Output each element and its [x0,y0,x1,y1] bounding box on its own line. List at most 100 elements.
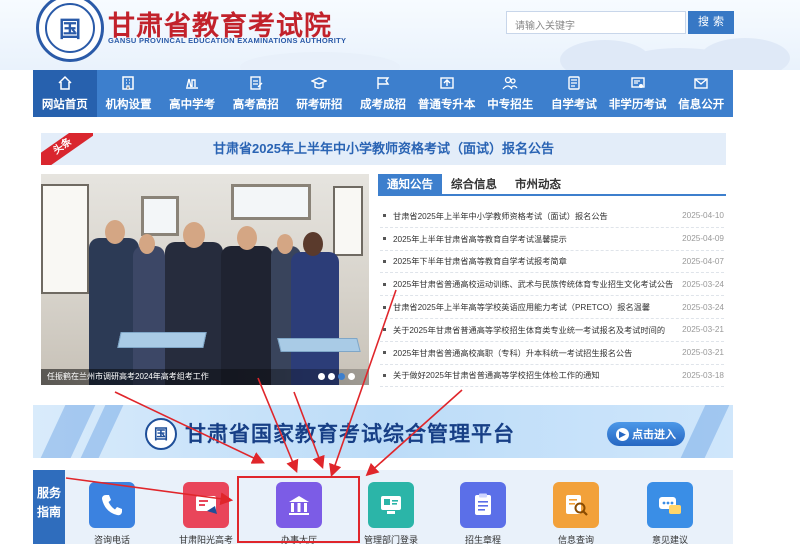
person-head [277,234,293,254]
carousel-dot[interactable] [318,373,325,380]
nav-item[interactable]: 研考研招 [288,70,352,117]
person [165,242,223,385]
nav-item[interactable]: 非学历考试 [606,70,670,117]
exam-desk [277,338,361,352]
news-title[interactable]: 关于2025年甘肃省普通高等学校招生体育类专业统一考试报名及考试时间的 [393,324,682,336]
flag-icon [375,75,391,91]
search-button[interactable]: 搜索 [688,11,734,34]
pen-paper-icon [248,75,264,91]
service-item[interactable]: 甘肃阳光高考 [166,482,246,544]
banner-emblem-icon: 国 [145,418,177,450]
news-tab[interactable]: 市州动态 [506,174,570,194]
nav-item[interactable]: 机构设置 [97,70,161,117]
news-date: 2025-03-24 [682,279,724,289]
list-item[interactable]: 甘肃省2025年上半年高等学校英语应用能力考试（PRETCO）报名温馨 2025-… [380,296,724,319]
services-label-line: 指南 [36,505,61,519]
news-title[interactable]: 2025年下半年甘肃省高等教育自学考试报考简章 [393,255,682,267]
news-tab[interactable]: 综合信息 [442,174,506,194]
nav-item[interactable]: 信息公开 [669,70,733,117]
window [141,196,179,236]
carousel-dot[interactable] [338,373,345,380]
clipboard-icon[interactable] [460,482,506,528]
service-label: 信息查询 [557,535,594,544]
banner-title: 甘肃省国家教育考试综合管理平台 [185,423,515,446]
admin-login-icon[interactable] [368,482,414,528]
list-item[interactable]: 关于2025年甘肃省普通高等学校招生体育类专业统一考试报名及考试时间的 2025-… [380,319,724,342]
bullet-icon [383,214,386,218]
news-date: 2025-03-21 [682,325,724,335]
person-head [237,226,257,250]
carousel-dot[interactable] [348,373,355,380]
news-title[interactable]: 甘肃省2025年上半年高等学校英语应用能力考试（PRETCO）报名温馨 [393,301,682,313]
upgrade-icon [439,75,455,91]
wall-board [333,186,363,256]
main-nav: 网站首页 机构设置 高中学考 高考高招 研考研招 成考成招 普通专升本 中专招生 自学考试 非学历… [33,70,733,117]
person-head [303,232,323,256]
list-item[interactable]: 2025年甘肃省普通高校运动训练、武术与民族传统体育专业招生文化考试公告 2025… [380,273,724,297]
services-label-line: 服务 [36,486,61,500]
wall-board [41,184,89,294]
enter-button[interactable]: ▶ 点击进入 [607,422,685,446]
platform-banner[interactable]: 国 甘肃省国家教育考试综合管理平台 ▶ 点击进入 [33,405,733,458]
news-title[interactable]: 2025年甘肃省普通高校运动训练、武术与民族传统体育专业招生文化考试公告 [393,278,682,290]
list-item[interactable]: 2025年甘肃省普通高校高职（专科）升本科统一考试招生报名公告 2025-03-2… [380,342,724,365]
nav-item[interactable]: 自学考试 [542,70,606,117]
bullet-icon [383,259,386,263]
service-label: 管理部门登录 [363,535,418,544]
bullet-icon [383,351,386,355]
news-list: 甘肃省2025年上半年中小学教师资格考试（面试）报名公告 2025-04-10 20… [380,205,724,388]
person [291,252,339,385]
service-item[interactable]: 咨询电话 [72,482,152,544]
carousel-dot[interactable] [328,373,335,380]
certificate-icon [630,75,646,91]
nav-item[interactable]: 高中学考 [160,70,224,117]
nav-item[interactable]: 高考高招 [224,70,288,117]
nav-item[interactable]: 普通专升本 [415,70,479,117]
chat-icon[interactable] [647,482,693,528]
nav-item[interactable]: 中专招生 [478,70,542,117]
service-item[interactable]: 招生章程 [443,482,523,544]
nav-item-label: 成考成招 [360,99,407,111]
nav-item[interactable]: 网站首页 [33,70,97,117]
news-title[interactable]: 甘肃省2025年上半年中小学教师资格考试（面试）报名公告 [393,210,682,222]
news-tab[interactable]: 通知公告 [378,174,442,194]
service-item[interactable]: 管理部门登录 [351,482,431,544]
search-input[interactable]: 请输入关键字 [506,11,686,34]
list-item[interactable]: 2025年上半年甘肃省高等教育自学考试温馨提示 2025-04-09 [380,228,724,251]
nav-item-label: 网站首页 [41,99,88,111]
nav-item-label: 自学考试 [550,99,597,111]
bullet-icon [383,373,386,377]
nav-item-label: 机构设置 [105,99,152,111]
banner-decoration [680,405,730,458]
book-icon [566,75,582,91]
nav-item-label: 中专招生 [487,99,534,111]
news-photo[interactable] [41,174,369,385]
headline-link[interactable]: 甘肃省2025年上半年中小学教师资格考试（面试）报名公告 [41,133,726,165]
list-item[interactable]: 甘肃省2025年上半年中小学教师资格考试（面试）报名公告 2025-04-10 [380,205,724,228]
nav-item-label: 高考高招 [232,99,279,111]
news-title[interactable]: 2025年上半年甘肃省高等教育自学考试温馨提示 [393,233,682,245]
service-item[interactable]: 信息查询 [536,482,616,544]
news-tabs: 通知公告 综合信息 市州动态 [378,174,726,196]
search-doc-icon[interactable] [553,482,599,528]
bullet-icon [383,237,386,241]
news-title[interactable]: 关于做好2025年甘肃省普通高等学校招生体检工作的通知 [393,369,682,381]
service-item[interactable]: 意见建议 [630,482,710,544]
list-item[interactable]: 2025年下半年甘肃省高等教育自学考试报考简章 2025-04-07 [380,251,724,274]
list-item[interactable]: 关于做好2025年甘肃省普通高等学校招生体检工作的通知 2025-03-18 [380,365,724,388]
cloud-decoration [240,52,400,70]
phone-icon[interactable] [89,482,135,528]
person-head [139,234,155,254]
window [231,184,311,220]
sunshine-exam-icon[interactable] [183,482,229,528]
building-icon [120,75,136,91]
news-date: 2025-03-18 [682,370,724,380]
person [221,246,273,385]
home-icon [57,75,73,91]
site-subtitle: GANSU PROVINCAL EDUCATION EXAMINATIONS A… [108,36,347,45]
news-date: 2025-03-24 [682,302,724,312]
news-title[interactable]: 2025年甘肃省普通高校高职（专科）升本科统一考试招生报名公告 [393,347,682,359]
bullet-icon [383,328,386,332]
nav-item[interactable]: 成考成招 [351,70,415,117]
news-date: 2025-04-09 [682,234,724,244]
